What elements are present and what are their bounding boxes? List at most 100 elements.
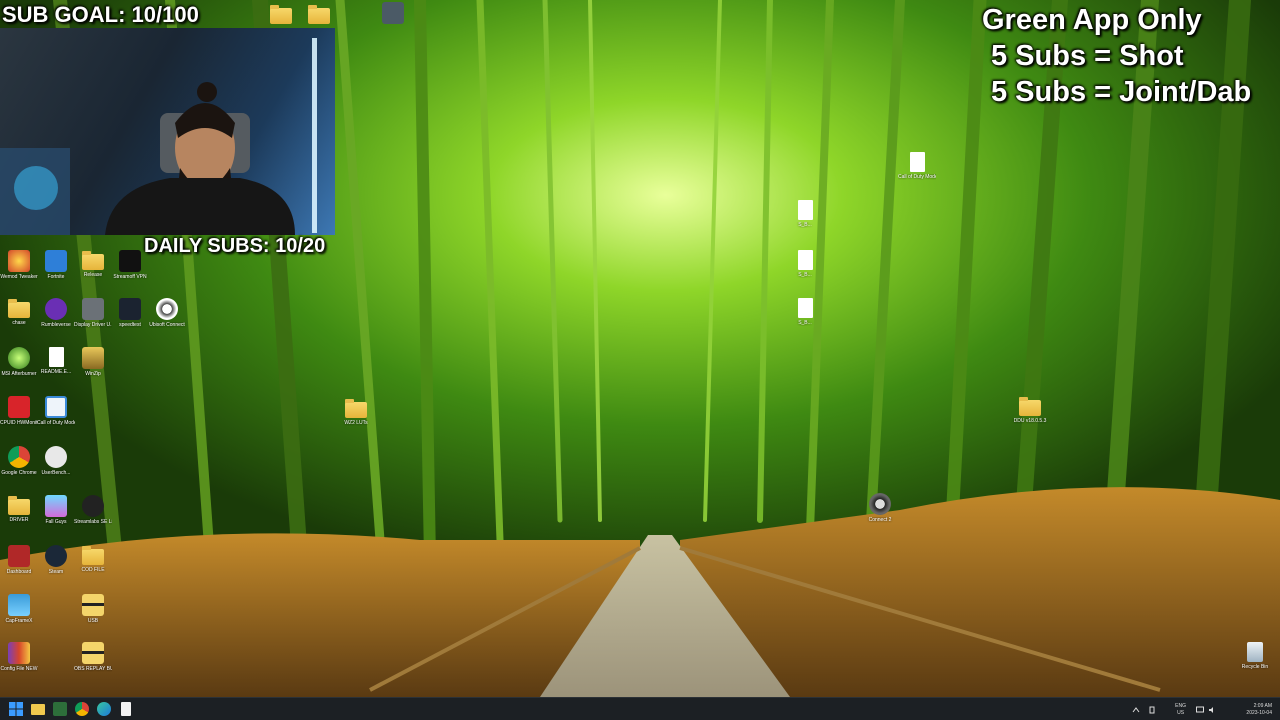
desktop-icon-connect[interactable]: Connect 2 — [861, 493, 899, 523]
desktop-icon-fall-guys[interactable]: Fall Guys — [37, 495, 75, 525]
desktop-icon-cod-config[interactable]: Call of Duty Modern... — [898, 152, 936, 180]
rule-line: Green App Only — [982, 4, 1202, 36]
taskbar-chrome-button[interactable] — [75, 702, 89, 716]
usb-device-icon[interactable] — [1148, 706, 1156, 714]
icon-label: Google Chrome — [1, 470, 37, 476]
desktop-icon-release[interactable]: Release — [74, 250, 112, 278]
capframex-icon — [8, 594, 30, 616]
cpuid-icon — [8, 396, 30, 418]
desktop-icon-chase[interactable]: chase — [0, 298, 38, 326]
desktop-icon-cod[interactable]: Call of Duty Modern... — [37, 396, 75, 426]
desktop-icon-winzip[interactable]: WinZip — [74, 347, 112, 377]
taskbar-edge-button[interactable] — [97, 702, 111, 716]
desktop-icon-dashboard[interactable]: Dashboard — [0, 545, 38, 575]
desktop-icon-userbench[interactable]: UserBench... — [37, 446, 75, 476]
desktop-icon-streamlabs[interactable]: Streamlabs SE Live — [74, 495, 112, 525]
volume-icon[interactable] — [1208, 706, 1216, 714]
desktop-icon-recycle-bin[interactable]: Recycle Bin — [1236, 642, 1274, 670]
taskbar-app-button[interactable] — [53, 702, 67, 716]
desktop-icon-wemod[interactable]: Wemod Tweaker — [0, 250, 38, 280]
icon-label: Fortnite — [47, 274, 65, 280]
icon-label: CPUID HWMonitor — [0, 420, 38, 426]
drive-icon — [82, 594, 104, 616]
icon-label: Streamlabs SE Live — [74, 519, 112, 525]
desktop-icon-speedtest[interactable]: speedtest — [111, 298, 149, 328]
daily-subs-overlay: DAILY SUBS: 10/20 — [144, 235, 326, 257]
desktop-icon-file[interactable]: S_B... — [786, 298, 824, 326]
desktop-icon-folder[interactable] — [300, 4, 338, 24]
desktop-icon-folder[interactable] — [262, 4, 300, 24]
folder-icon — [31, 704, 45, 715]
rules-overlay: Green App Only 5 Subs = Shot 5 Subs = Jo… — [982, 2, 1251, 110]
icon-label: speedtest — [119, 322, 141, 328]
network-icon[interactable] — [1196, 706, 1204, 714]
desktop-icon-file[interactable]: S_B... — [786, 200, 824, 228]
desktop-icon-app[interactable] — [374, 2, 412, 24]
desktop-icon-wz2-luts[interactable]: WZ2 LUTs — [337, 398, 375, 426]
desktop-icon-steam[interactable]: Steam — [37, 545, 75, 575]
desktop-icon-cpuid[interactable]: CPUID HWMonitor — [0, 396, 38, 426]
icon-label: S_B... — [798, 320, 812, 326]
windows-icon — [9, 702, 23, 716]
language-indicator[interactable]: ENG US — [1175, 703, 1186, 717]
icon-label: WinZip — [85, 371, 101, 377]
folder-icon — [82, 251, 104, 270]
desktop-icon-usb[interactable]: USB — [74, 594, 112, 624]
desktop-icon-drivers[interactable]: DRIVER — [0, 495, 38, 523]
icon-label: OBS REPLAY BUFFER — [74, 666, 112, 672]
desktop-icon-file[interactable]: S_B... — [786, 250, 824, 278]
desktop-icon-obs-replay[interactable]: OBS REPLAY BUFFER — [74, 642, 112, 672]
desktop-icon-fortnite[interactable]: Fortnite — [37, 250, 75, 280]
desktop-icon-capframex[interactable]: CapFrameX — [0, 594, 38, 624]
icon-label: WZ2 LUTs — [344, 420, 368, 426]
icon-label: S_B... — [798, 222, 812, 228]
desktop-icon-ubisoft[interactable]: Ubisoft Connect — [148, 298, 186, 328]
rumbleverse-icon — [45, 298, 67, 320]
file-explorer-button[interactable] — [31, 702, 45, 716]
taskbar-notepad-button[interactable] — [119, 702, 133, 716]
icon-label: USB — [87, 618, 99, 624]
icon-label: UserBench... — [41, 470, 71, 476]
icon-label: README.E... — [40, 369, 72, 375]
icon-label: Rumbleverse — [41, 322, 71, 328]
folder-icon — [345, 399, 367, 418]
icon-label: CapFrameX — [5, 618, 33, 624]
folder-icon — [8, 496, 30, 515]
clock[interactable]: 2:09 AM 2023-10-04 — [1246, 703, 1272, 717]
system-tray: ENG US 2:09 AM 2023-10-04 — [1132, 700, 1272, 719]
chrome-icon — [75, 702, 89, 716]
dashboard-icon — [8, 545, 30, 567]
icon-label: chase — [12, 320, 26, 326]
fortnite-icon — [45, 250, 67, 272]
icon-label: Fall Guys — [45, 519, 67, 525]
desktop-icon-rumbleverse[interactable]: Rumbleverse — [37, 298, 75, 328]
desktop-icon-msi[interactable]: MSI Afterburner — [0, 347, 38, 377]
icon-label: Release — [83, 272, 103, 278]
streamoff-icon — [119, 250, 141, 272]
icon-label: S_B... — [798, 272, 812, 278]
connect-icon — [869, 493, 891, 515]
clock-time: 2:09 AM — [1253, 703, 1272, 709]
desktop-icon-display-driver[interactable]: Display Driver U... — [74, 298, 112, 328]
chevron-up-icon[interactable] — [1132, 706, 1140, 714]
webcam-feed — [0, 28, 335, 235]
ubisoft-icon — [156, 298, 178, 320]
winzip-icon — [82, 347, 104, 369]
streamer-silhouette — [0, 38, 317, 235]
drive-icon — [82, 642, 104, 664]
icon-label: Recycle Bin — [1241, 664, 1269, 670]
desktop-icon-readme[interactable]: README.E... — [37, 347, 75, 375]
icon-label: Ubisoft Connect — [149, 322, 185, 328]
icon-label: COD FILE — [81, 567, 105, 573]
app-icon — [382, 2, 404, 24]
document-icon — [797, 200, 813, 220]
desktop-icon-chrome[interactable]: Google Chrome — [0, 446, 38, 476]
folder-icon — [270, 5, 292, 24]
document-icon — [48, 347, 64, 367]
desktop-icon-cod-file[interactable]: COD FILE — [74, 545, 112, 573]
folder-icon — [8, 299, 30, 318]
desktop-icon-ddu[interactable]: DDU v18.0.5.3 — [1011, 396, 1049, 424]
desktop-icon-config[interactable]: Config File NEW — [0, 642, 38, 672]
start-button[interactable] — [9, 702, 23, 716]
desktop-icon-streamoff[interactable]: Streamoff VPN — [111, 250, 149, 280]
